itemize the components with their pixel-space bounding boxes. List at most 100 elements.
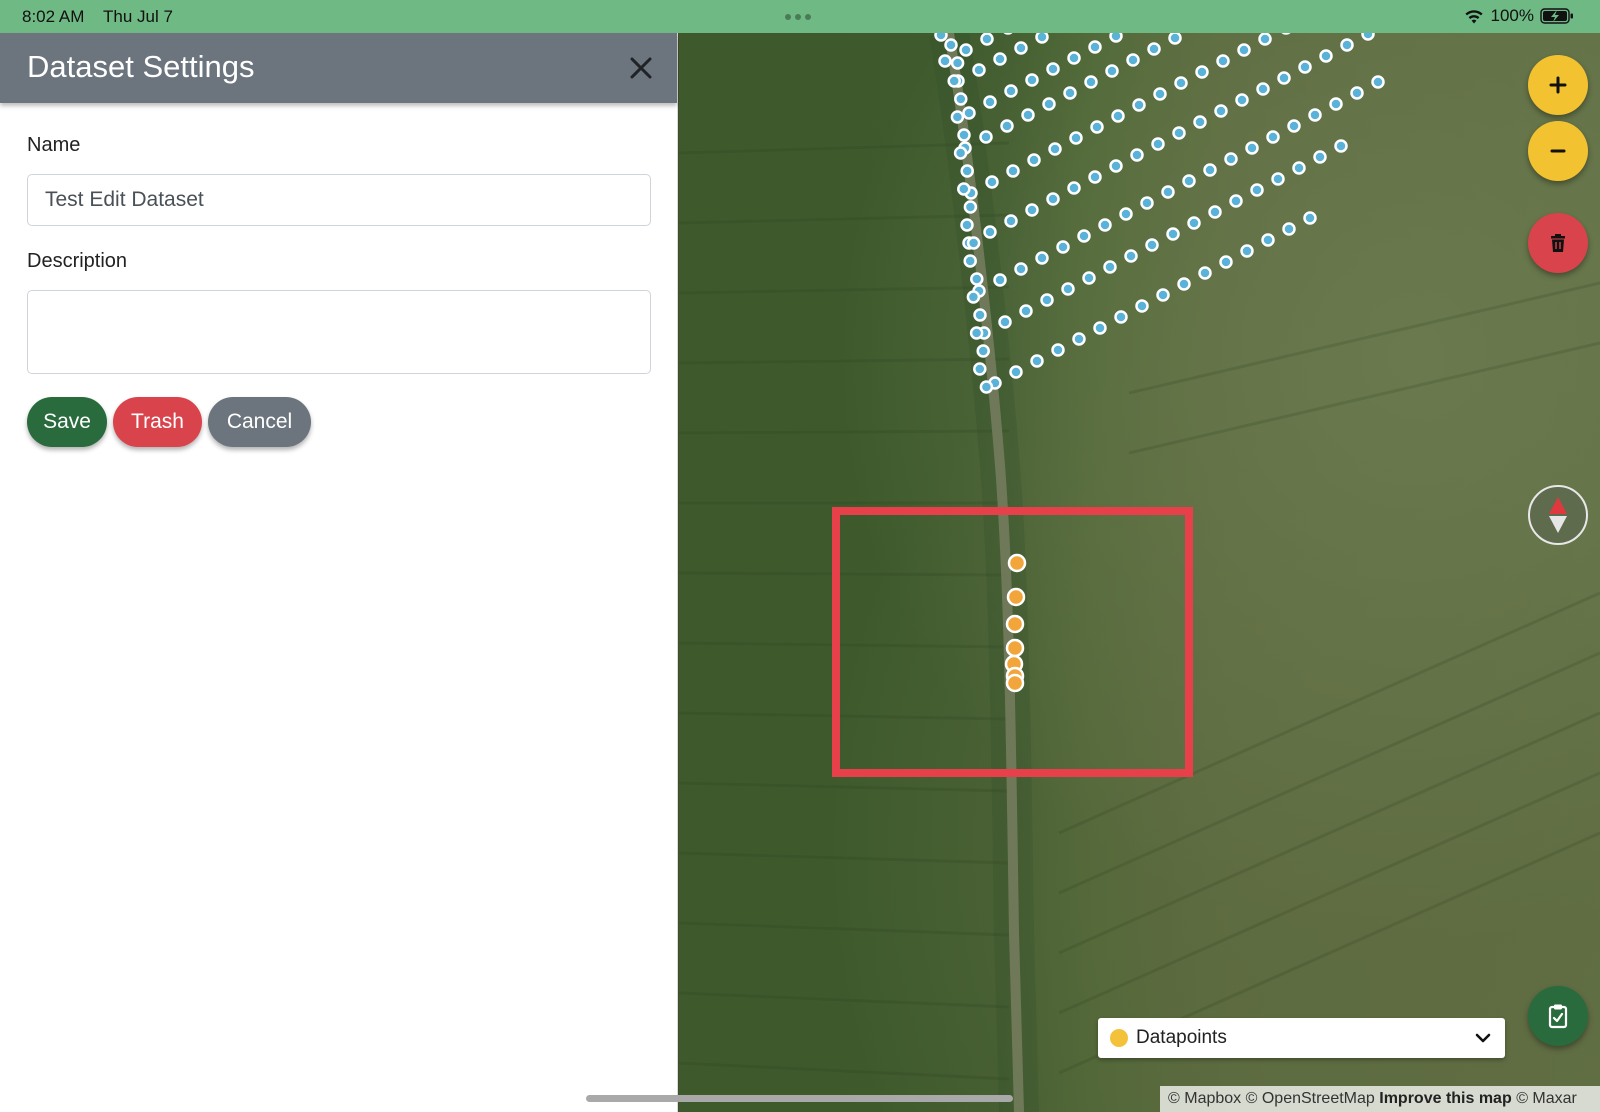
- compass-button[interactable]: [1528, 485, 1588, 545]
- blue-datapoint[interactable]: [1130, 148, 1144, 162]
- blue-datapoint[interactable]: [1093, 321, 1107, 335]
- blue-datapoint[interactable]: [1003, 33, 1014, 35]
- blue-datapoint[interactable]: [1334, 139, 1348, 153]
- blue-datapoint[interactable]: [950, 110, 965, 124]
- blue-datapoint[interactable]: [1077, 229, 1091, 243]
- attribution-mapbox[interactable]: © Mapbox: [1168, 1090, 1241, 1107]
- layer-selector[interactable]: Datapoints: [1098, 1018, 1505, 1058]
- blue-datapoint[interactable]: [1245, 141, 1259, 155]
- blue-datapoint[interactable]: [1132, 98, 1146, 112]
- zoom-in-button[interactable]: [1528, 55, 1588, 115]
- blue-datapoint[interactable]: [1069, 131, 1083, 145]
- blue-datapoint[interactable]: [979, 130, 993, 144]
- blue-datapoint[interactable]: [1237, 43, 1251, 57]
- blue-datapoint[interactable]: [1098, 218, 1112, 232]
- blue-datapoint[interactable]: [1061, 282, 1075, 296]
- satellite-map[interactable]: Datapoints © Mapbox © OpenStreetMap Impr…: [679, 33, 1600, 1112]
- blue-datapoint[interactable]: [1006, 164, 1020, 178]
- blue-datapoint[interactable]: [1216, 54, 1230, 68]
- blue-datapoint[interactable]: [1009, 365, 1023, 379]
- blue-datapoint[interactable]: [1030, 354, 1044, 368]
- blue-datapoint[interactable]: [1019, 304, 1033, 318]
- blue-datapoint[interactable]: [957, 128, 971, 142]
- blue-datapoint[interactable]: [993, 273, 1007, 287]
- blue-datapoint[interactable]: [1014, 41, 1028, 55]
- blue-datapoint[interactable]: [1082, 271, 1096, 285]
- blue-datapoint[interactable]: [953, 146, 968, 160]
- blue-datapoint[interactable]: [963, 254, 977, 268]
- blue-datapoint[interactable]: [1021, 108, 1035, 122]
- blue-datapoint[interactable]: [1313, 150, 1327, 164]
- blue-datapoint[interactable]: [993, 52, 1007, 66]
- blue-datapoint[interactable]: [1063, 86, 1077, 100]
- blue-datapoint[interactable]: [1027, 153, 1041, 167]
- blue-datapoint[interactable]: [1084, 75, 1098, 89]
- blue-datapoint[interactable]: [1000, 119, 1014, 133]
- blue-datapoint[interactable]: [1151, 137, 1165, 151]
- blue-datapoint[interactable]: [1042, 97, 1056, 111]
- blue-datapoint[interactable]: [1256, 82, 1270, 96]
- blue-datapoint[interactable]: [1109, 159, 1123, 173]
- blue-datapoint[interactable]: [1126, 53, 1140, 67]
- delete-points-button[interactable]: [1528, 213, 1588, 273]
- blue-datapoint[interactable]: [1195, 65, 1209, 79]
- blue-datapoint[interactable]: [1156, 288, 1170, 302]
- blue-datapoint[interactable]: [1153, 87, 1167, 101]
- blue-datapoint[interactable]: [1198, 266, 1212, 280]
- blue-datapoint[interactable]: [1277, 71, 1291, 85]
- blue-datapoint[interactable]: [1250, 183, 1264, 197]
- blue-datapoint[interactable]: [960, 218, 974, 232]
- blue-datapoint[interactable]: [1114, 310, 1128, 324]
- blue-datapoint[interactable]: [1161, 185, 1175, 199]
- blue-datapoint[interactable]: [1135, 299, 1149, 313]
- blue-datapoint[interactable]: [1235, 93, 1249, 107]
- blue-datapoint[interactable]: [1166, 227, 1180, 241]
- blue-datapoint[interactable]: [980, 33, 994, 46]
- blue-datapoint[interactable]: [1111, 109, 1125, 123]
- blue-datapoint[interactable]: [1145, 238, 1159, 252]
- blue-datapoint[interactable]: [972, 63, 986, 77]
- blue-datapoint[interactable]: [1172, 126, 1186, 140]
- cancel-button[interactable]: Cancel: [208, 397, 311, 447]
- blue-datapoint[interactable]: [983, 95, 997, 109]
- blue-datapoint[interactable]: [934, 33, 948, 42]
- blue-datapoint[interactable]: [1140, 196, 1154, 210]
- blue-datapoint[interactable]: [1261, 233, 1275, 247]
- blue-datapoint[interactable]: [998, 315, 1012, 329]
- blue-datapoint[interactable]: [1051, 343, 1065, 357]
- blue-datapoint[interactable]: [973, 308, 987, 322]
- blue-datapoint[interactable]: [970, 272, 984, 286]
- blue-datapoint[interactable]: [1266, 130, 1280, 144]
- blue-datapoint[interactable]: [1350, 86, 1364, 100]
- blue-datapoint[interactable]: [1214, 104, 1228, 118]
- blue-datapoint[interactable]: [1340, 38, 1354, 52]
- blue-datapoint[interactable]: [1319, 49, 1333, 63]
- blue-datapoint[interactable]: [1014, 262, 1028, 276]
- blue-datapoint[interactable]: [1303, 211, 1317, 225]
- blue-datapoint[interactable]: [983, 225, 997, 239]
- clipboard-button[interactable]: [1528, 986, 1588, 1046]
- blue-datapoint[interactable]: [1282, 222, 1296, 236]
- blue-datapoint[interactable]: [959, 43, 973, 57]
- blue-datapoint[interactable]: [973, 362, 987, 376]
- blue-datapoint[interactable]: [1187, 216, 1201, 230]
- blue-datapoint[interactable]: [954, 92, 968, 106]
- zoom-out-button[interactable]: [1528, 121, 1588, 181]
- blue-datapoint[interactable]: [1035, 251, 1049, 265]
- blue-datapoint[interactable]: [1224, 152, 1238, 166]
- blue-datapoint[interactable]: [1067, 51, 1081, 65]
- home-indicator[interactable]: [586, 1095, 1013, 1102]
- blue-datapoint[interactable]: [979, 380, 994, 394]
- blue-datapoint[interactable]: [1088, 40, 1102, 54]
- blue-datapoint[interactable]: [950, 56, 965, 70]
- blue-datapoint[interactable]: [1048, 142, 1062, 156]
- blue-datapoint[interactable]: [963, 200, 978, 214]
- blue-datapoint[interactable]: [1329, 97, 1343, 111]
- map-canvas[interactable]: [679, 33, 1600, 1112]
- description-input[interactable]: [27, 290, 651, 374]
- blue-datapoint[interactable]: [1040, 293, 1054, 307]
- blue-datapoint[interactable]: [1004, 214, 1018, 228]
- blue-datapoint[interactable]: [1035, 33, 1049, 44]
- blue-datapoint[interactable]: [1056, 240, 1070, 254]
- blue-datapoint[interactable]: [1147, 42, 1161, 56]
